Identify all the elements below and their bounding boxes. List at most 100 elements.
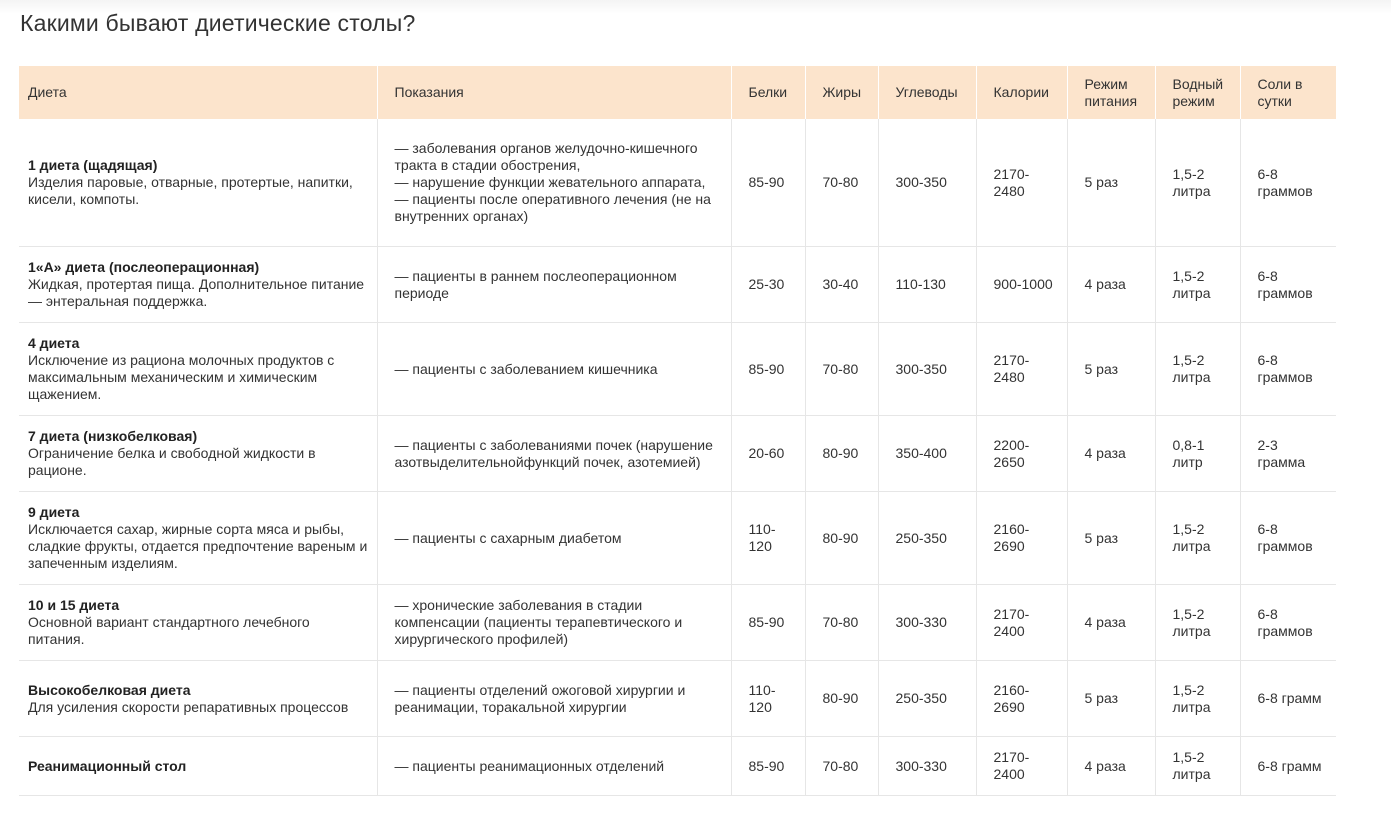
carbs-cell: 110-130 xyxy=(877,246,976,323)
table-row: 4 диета Исключение из рациона молочных пр… xyxy=(19,322,1336,416)
meals-cell: 4 раза xyxy=(1066,736,1155,796)
fat-cell: 70-80 xyxy=(804,119,878,247)
header-fat: Жиры xyxy=(804,66,878,119)
carbs-cell: 300-350 xyxy=(877,119,976,247)
salt-cell: 6-8 грамм xyxy=(1239,736,1336,796)
meals-cell: 5 раз xyxy=(1066,491,1155,585)
fat-cell: 70-80 xyxy=(804,584,878,661)
indications-cell: — пациенты отделений ожоговой хирургии и… xyxy=(376,660,731,737)
table-row: 9 диета Исключается сахар, жирные сорта м… xyxy=(19,491,1336,585)
meals-cell: 4 раза xyxy=(1066,584,1155,661)
diet-name: 10 и 15 диета xyxy=(28,597,120,613)
protein-cell: 85-90 xyxy=(730,736,805,796)
diet-name: 1«А» диета (послеоперационная) xyxy=(28,259,260,275)
indications-cell: — пациенты реанимационных отделений xyxy=(376,736,731,796)
meals-cell: 4 раза xyxy=(1066,246,1155,323)
diet-description: Для усиления скорости репаративных проце… xyxy=(28,698,349,715)
calories-cell: 2200-2650 xyxy=(975,415,1067,492)
diet-description: Исключается сахар, жирные сорта мяса и р… xyxy=(28,521,368,571)
header-indications: Показания xyxy=(376,66,731,119)
header-water: Водный режим xyxy=(1154,66,1240,119)
header-salt: Соли в сутки xyxy=(1239,66,1336,119)
carbs-cell: 300-330 xyxy=(877,584,976,661)
diet-cell: 4 диета Исключение из рациона молочных пр… xyxy=(19,322,377,416)
diet-description: Основной вариант стандартного лечебного … xyxy=(28,614,310,647)
page-title: Какими бывают диетические столы? xyxy=(20,10,416,36)
fat-cell: 70-80 xyxy=(804,736,878,796)
indications-cell: — заболевания органов желудочно-кишечног… xyxy=(376,119,731,247)
carbs-cell: 250-350 xyxy=(877,660,976,737)
calories-cell: 2170-2480 xyxy=(975,119,1067,247)
table-row: Высокобелковая диета Для усиления скорост… xyxy=(19,660,1336,737)
indications-cell: — пациенты с сахарным диабетом xyxy=(376,491,731,585)
diet-name: 9 диета xyxy=(28,504,80,520)
header-diet: Диета xyxy=(19,66,377,119)
diet-name: 4 диета xyxy=(28,335,80,351)
diet-cell: Реанимационный стол xyxy=(19,736,377,796)
table-row: 1«А» диета (послеоперационная) Жидкая, пр… xyxy=(19,246,1336,323)
diet-cell: Высокобелковая диета Для усиления скорост… xyxy=(19,660,377,737)
water-cell: 1,5-2 литра xyxy=(1154,491,1240,585)
carbs-cell: 250-350 xyxy=(877,491,976,585)
diet-name: Высокобелковая диета xyxy=(28,681,191,698)
salt-cell: 6-8 грамм xyxy=(1239,660,1336,737)
table-header-row: Диета Показания Белки Жиры Углеводы Кало… xyxy=(19,66,1336,119)
meals-cell: 5 раз xyxy=(1066,660,1155,737)
calories-cell: 2170-2400 xyxy=(975,584,1067,661)
carbs-cell: 300-330 xyxy=(877,736,976,796)
header-carbs: Углеводы xyxy=(877,66,976,119)
fat-cell: 30-40 xyxy=(804,246,878,323)
diet-cell: 7 диета (низкобелковая) Ограничение белка… xyxy=(19,415,377,492)
table-row: 7 диета (низкобелковая) Ограничение белка… xyxy=(19,415,1336,492)
water-cell: 1,5-2 литра xyxy=(1154,119,1240,247)
diet-description: Исключение из рациона молочных продуктов… xyxy=(28,352,335,402)
salt-cell: 6-8 граммов xyxy=(1239,491,1336,585)
diet-cell: 10 и 15 диета Основной вариант стандартно… xyxy=(19,584,377,661)
table-row: 10 и 15 диета Основной вариант стандартно… xyxy=(19,584,1336,661)
protein-cell: 110-120 xyxy=(730,660,805,737)
indications-cell: — пациенты с заболеваниями почек (наруше… xyxy=(376,415,731,492)
meals-cell: 5 раз xyxy=(1066,119,1155,247)
water-cell: 1,5-2 литра xyxy=(1154,246,1240,323)
salt-cell: 6-8 граммов xyxy=(1239,246,1336,323)
protein-cell: 20-60 xyxy=(730,415,805,492)
table-row: Реанимационный стол — пациенты реанимаци… xyxy=(19,736,1336,796)
indications-cell: — пациенты в раннем послеоперационном пе… xyxy=(376,246,731,323)
fat-cell: 80-90 xyxy=(804,660,878,737)
protein-cell: 85-90 xyxy=(730,119,805,247)
header-protein: Белки xyxy=(730,66,805,119)
fat-cell: 70-80 xyxy=(804,322,878,416)
protein-cell: 25-30 xyxy=(730,246,805,323)
diet-name: 7 диета (низкобелковая) xyxy=(28,428,198,444)
indications-cell: — пациенты с заболеванием кишечника xyxy=(376,322,731,416)
diet-description: Изделия паровые, отварные, протертые, на… xyxy=(28,174,353,207)
diet-cell: 1 диета (щадящая) Изделия паровые, отварн… xyxy=(19,119,377,247)
diet-name: Реанимационный стол xyxy=(28,757,187,774)
diet-description: Жидкая, протертая пища. Дополнительное п… xyxy=(28,276,365,309)
header-calories: Калории xyxy=(975,66,1067,119)
salt-cell: 6-8 граммов xyxy=(1239,119,1336,247)
carbs-cell: 350-400 xyxy=(877,415,976,492)
carbs-cell: 300-350 xyxy=(877,322,976,416)
calories-cell: 2160-2690 xyxy=(975,491,1067,585)
table-row: 1 диета (щадящая) Изделия паровые, отварн… xyxy=(19,119,1336,247)
fat-cell: 80-90 xyxy=(804,491,878,585)
salt-cell: 6-8 граммов xyxy=(1239,584,1336,661)
diet-cell: 9 диета Исключается сахар, жирные сорта м… xyxy=(19,491,377,585)
indications-cell: — хронические заболевания в стадии компе… xyxy=(376,584,731,661)
calories-cell: 900-1000 xyxy=(975,246,1067,323)
diet-name: 1 диета (щадящая) xyxy=(28,157,158,173)
calories-cell: 2170-2480 xyxy=(975,322,1067,416)
water-cell: 1,5-2 литра xyxy=(1154,584,1240,661)
diet-description: Ограничение белка и свободной жидкости в… xyxy=(28,445,316,478)
water-cell: 1,5-2 литра xyxy=(1154,660,1240,737)
water-cell: 0,8-1 литр xyxy=(1154,415,1240,492)
salt-cell: 2-3 грамма xyxy=(1239,415,1336,492)
salt-cell: 6-8 граммов xyxy=(1239,322,1336,416)
meals-cell: 4 раза xyxy=(1066,415,1155,492)
diet-table: Диета Показания Белки Жиры Углеводы Кало… xyxy=(19,66,1336,796)
water-cell: 1,5-2 литра xyxy=(1154,736,1240,796)
protein-cell: 85-90 xyxy=(730,584,805,661)
diet-cell: 1«А» диета (послеоперационная) Жидкая, пр… xyxy=(19,246,377,323)
header-meals: Режим питания xyxy=(1066,66,1155,119)
